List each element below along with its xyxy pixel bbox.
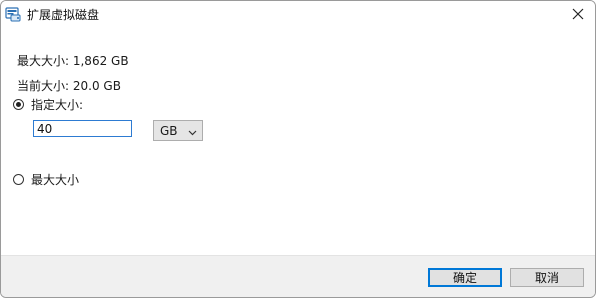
- maximum-size-label: 最大大小: [31, 173, 80, 187]
- ok-button[interactable]: 确定: [428, 268, 502, 287]
- maximum-size-option[interactable]: 最大大小: [13, 171, 79, 188]
- specify-size-radio[interactable]: [13, 99, 24, 110]
- virtual-disk-icon: [5, 6, 21, 22]
- max-size-text: 最大大小: 1,862 GB: [17, 54, 129, 68]
- expand-virtual-disk-dialog: 扩展虚拟磁盘 最大大小: 1,862 GB 当前大小: 20.0 GB 指定大小…: [0, 0, 596, 298]
- specify-size-label: 指定大小:: [31, 98, 84, 112]
- cancel-button[interactable]: 取消: [510, 268, 584, 287]
- maximum-size-radio[interactable]: [13, 174, 24, 185]
- chevron-down-icon: [188, 126, 197, 140]
- specify-size-option[interactable]: 指定大小:: [13, 96, 83, 113]
- title-bar: 扩展虚拟磁盘: [1, 1, 595, 27]
- dialog-body: 最大大小: 1,862 GB 当前大小: 20.0 GB 指定大小: GB 最大…: [1, 27, 595, 255]
- close-button[interactable]: [569, 5, 587, 23]
- close-icon: [572, 8, 584, 20]
- unit-select-value: GB: [160, 123, 178, 138]
- current-size-text: 当前大小: 20.0 GB: [17, 79, 121, 93]
- unit-select[interactable]: GB: [153, 120, 203, 141]
- dialog-footer: 确定 取消: [1, 255, 595, 297]
- size-input[interactable]: [33, 120, 132, 137]
- dialog-title: 扩展虚拟磁盘: [27, 8, 100, 22]
- radio-selected-dot: [16, 102, 21, 107]
